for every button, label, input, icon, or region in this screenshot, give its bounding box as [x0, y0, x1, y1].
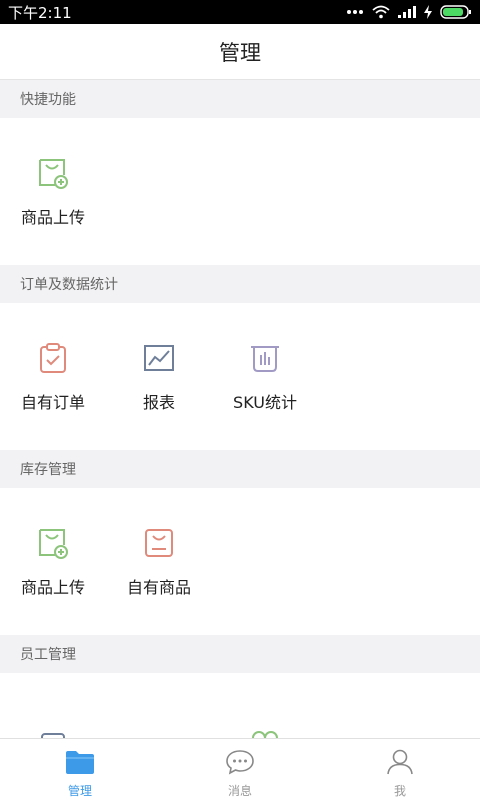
chat-bubble-icon [225, 749, 255, 779]
status-icons [346, 5, 472, 19]
clipboard-check-icon [36, 341, 70, 375]
tab-me[interactable]: 我 [320, 739, 480, 800]
signal-icon [398, 6, 416, 18]
item-label: SKU统计 [233, 393, 297, 412]
section-quick: 商品上传 [0, 118, 480, 265]
title-bar: 管理 [0, 24, 480, 80]
section-header-orders: 订单及数据统计 [0, 265, 480, 303]
wifi-icon [372, 5, 390, 19]
tab-label: 消息 [227, 784, 252, 798]
section-inventory: 商品上传 自有商品 [0, 488, 480, 635]
folder-icon [65, 749, 95, 779]
item-own-products[interactable]: 自有商品 [106, 526, 212, 598]
battery-icon [440, 5, 472, 19]
item-sku-stats[interactable]: SKU统计 [212, 341, 318, 413]
tab-label: 管理 [67, 784, 92, 798]
tab-label: 我 [393, 784, 406, 798]
item-label: 商品上传 [20, 208, 85, 227]
tab-manage[interactable]: 管理 [0, 739, 160, 800]
section-header-inventory: 库存管理 [0, 450, 480, 488]
charging-icon [424, 5, 432, 19]
item-product-upload[interactable]: 商品上传 [0, 156, 106, 228]
item-own-orders[interactable]: 自有订单 [0, 341, 106, 413]
item-label: 自有商品 [126, 578, 191, 597]
section-staff [0, 673, 480, 738]
person-icon [385, 749, 415, 779]
staff-icon-partial-2 [142, 729, 176, 738]
status-time: 下午2:11 [8, 3, 72, 22]
status-bar: 下午2:11 [0, 0, 480, 24]
item-reports[interactable]: 报表 [106, 341, 212, 413]
section-header-staff: 员工管理 [0, 635, 480, 673]
item-label: 报表 [142, 393, 175, 412]
bottom-tab-bar: 管理 消息 我 [0, 738, 480, 800]
item-product-upload-inventory[interactable]: 商品上传 [0, 526, 106, 598]
bag-plus-icon [36, 156, 70, 190]
page-title: 管理 [219, 40, 261, 65]
section-orders: 自有订单 报表 SKU统计 [0, 303, 480, 450]
item-label: 自有订单 [20, 393, 85, 412]
section-header-quick: 快捷功能 [0, 80, 480, 118]
bag-smile-icon [142, 526, 176, 560]
bag-plus-icon [36, 526, 70, 560]
line-chart-icon [142, 341, 176, 375]
tab-messages[interactable]: 消息 [160, 739, 320, 800]
staff-icon-partial-3 [248, 725, 282, 738]
item-label: 商品上传 [20, 578, 85, 597]
more-dots-icon [346, 9, 364, 15]
management-content[interactable]: 快捷功能 商品上传 订单及数据统计 自有订单 报表 SKU统计 库存管理 商品上… [0, 80, 480, 738]
staff-icon-partial-1 [36, 727, 70, 738]
bar-bin-icon [248, 341, 282, 375]
